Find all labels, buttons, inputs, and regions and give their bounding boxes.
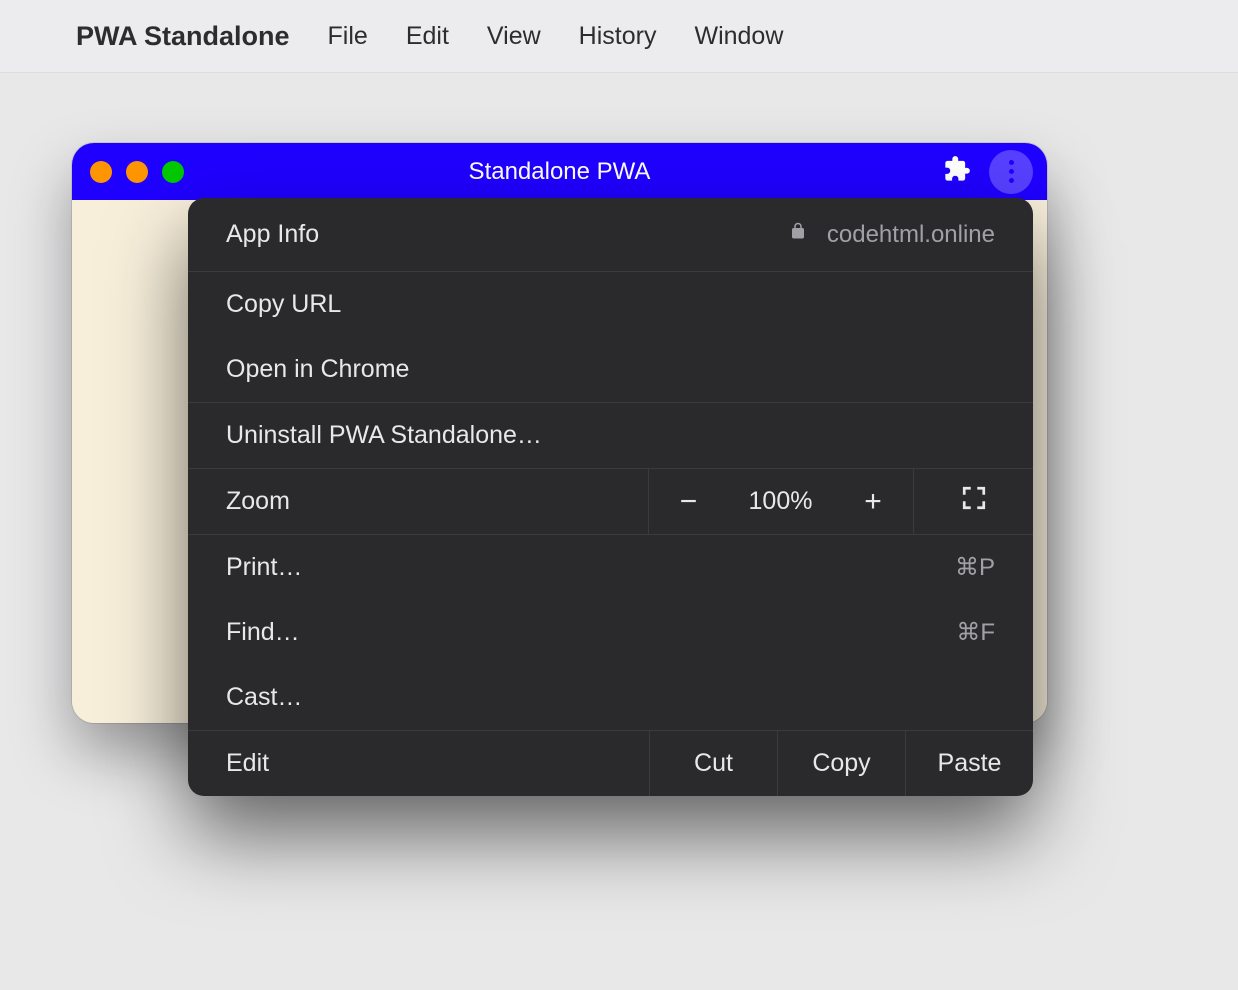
menubar-app-name[interactable]: PWA Standalone: [76, 21, 290, 52]
app-info-label: App Info: [226, 220, 319, 249]
menu-item-open-in-chrome[interactable]: Open in Chrome: [188, 337, 1033, 402]
kebab-icon: [1009, 160, 1014, 183]
menu-item-copy-url[interactable]: Copy URL: [188, 272, 1033, 337]
paste-button[interactable]: Paste: [905, 731, 1033, 796]
fullscreen-icon: [961, 485, 987, 518]
edit-label: Edit: [226, 749, 269, 778]
menu-item-print[interactable]: Print… ⌘P: [188, 535, 1033, 600]
more-menu-button[interactable]: [989, 150, 1033, 194]
menubar-item-edit[interactable]: Edit: [406, 22, 449, 51]
menu-row-zoom: Zoom − 100% +: [188, 469, 1033, 535]
menubar-item-file[interactable]: File: [328, 22, 368, 51]
window-title: Standalone PWA: [469, 158, 651, 186]
menubar-item-history[interactable]: History: [579, 22, 657, 51]
zoom-out-button[interactable]: −: [648, 469, 728, 534]
maximize-button[interactable]: [162, 161, 184, 183]
find-shortcut: ⌘F: [956, 618, 995, 647]
menu-item-app-info[interactable]: App Info codehtml.online: [188, 198, 1033, 271]
menubar-item-view[interactable]: View: [487, 22, 541, 51]
app-domain: codehtml.online: [827, 221, 995, 249]
window-titlebar: Standalone PWA: [72, 143, 1047, 200]
traffic-lights: [90, 161, 184, 183]
menu-row-edit: Edit Cut Copy Paste: [188, 731, 1033, 796]
macos-menubar: PWA Standalone File Edit View History Wi…: [0, 0, 1238, 73]
print-shortcut: ⌘P: [955, 553, 995, 582]
close-button[interactable]: [90, 161, 112, 183]
zoom-label: Zoom: [226, 487, 290, 516]
cut-button[interactable]: Cut: [649, 731, 777, 796]
lock-icon: [789, 220, 807, 249]
app-menu-dropdown: App Info codehtml.online Copy URL Open i…: [188, 198, 1033, 796]
menubar-item-window[interactable]: Window: [694, 22, 783, 51]
copy-button[interactable]: Copy: [777, 731, 905, 796]
menu-item-find[interactable]: Find… ⌘F: [188, 600, 1033, 665]
minimize-button[interactable]: [126, 161, 148, 183]
menu-item-cast[interactable]: Cast…: [188, 665, 1033, 730]
zoom-percent: 100%: [728, 469, 833, 534]
extensions-icon[interactable]: [943, 155, 971, 188]
fullscreen-button[interactable]: [913, 469, 1033, 534]
menu-item-uninstall[interactable]: Uninstall PWA Standalone…: [188, 403, 1033, 468]
zoom-in-button[interactable]: +: [833, 469, 913, 534]
